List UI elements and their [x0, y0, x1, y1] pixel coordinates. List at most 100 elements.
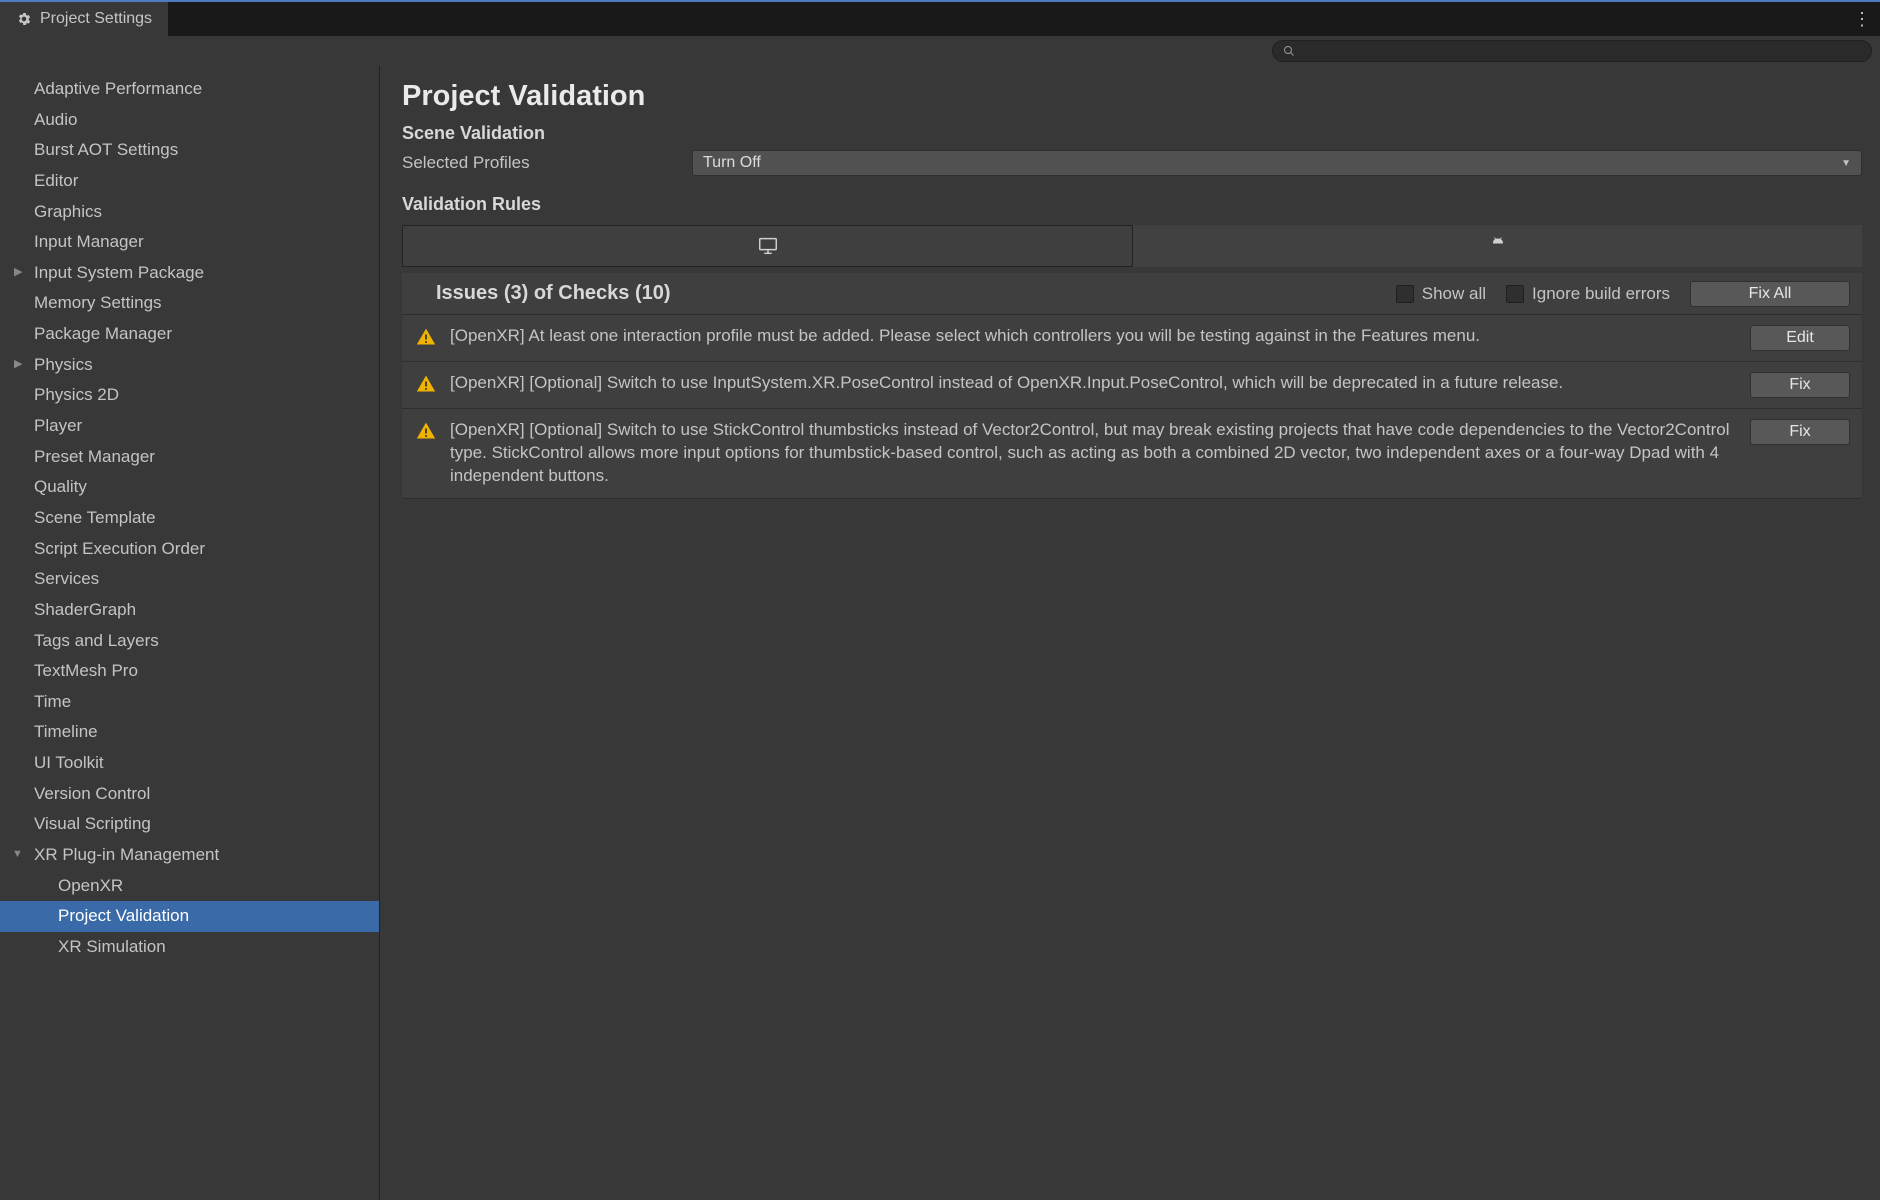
selected-profiles-label: Selected Profiles	[402, 153, 692, 173]
sidebar-item-label: Visual Scripting	[34, 814, 151, 833]
checkbox-icon	[1396, 285, 1414, 303]
sidebar-item-visual-scripting[interactable]: Visual Scripting	[0, 809, 379, 840]
sidebar-item-package-manager[interactable]: Package Manager	[0, 319, 379, 350]
sidebar-item-xr-plugin-management[interactable]: XR Plug-in Management	[0, 840, 379, 871]
sidebar-item-label: TextMesh Pro	[34, 661, 138, 680]
sidebar-item-label: Input System Package	[34, 263, 204, 282]
chevron-down-icon: ▼	[1841, 158, 1851, 169]
sidebar-item-editor[interactable]: Editor	[0, 166, 379, 197]
page-title: Project Validation	[402, 80, 1862, 113]
sidebar-item-player[interactable]: Player	[0, 411, 379, 442]
sidebar-item-ui-toolkit[interactable]: UI Toolkit	[0, 748, 379, 779]
sidebar-item-label: Input Manager	[34, 232, 144, 251]
sidebar-item-openxr[interactable]: OpenXR	[0, 871, 379, 902]
sidebar-item-audio[interactable]: Audio	[0, 105, 379, 136]
sidebar-item-label: XR Simulation	[58, 937, 166, 956]
sidebar-item-label: Graphics	[34, 202, 102, 221]
sidebar-item-label: XR Plug-in Management	[34, 845, 219, 864]
search-icon	[1283, 45, 1295, 57]
issue-row: [OpenXR] [Optional] Switch to use StickC…	[402, 409, 1862, 499]
sidebar-item-label: ShaderGraph	[34, 600, 136, 619]
warning-icon	[416, 419, 438, 488]
issue-text: [OpenXR] [Optional] Switch to use StickC…	[450, 419, 1738, 488]
sidebar-item-label: Audio	[34, 110, 77, 129]
sidebar-item-label: Player	[34, 416, 82, 435]
sidebar-item-input-manager[interactable]: Input Manager	[0, 227, 379, 258]
sidebar-item-xr-simulation[interactable]: XR Simulation	[0, 932, 379, 963]
dropdown-value: Turn Off	[703, 154, 761, 172]
sidebar-item-label: Physics	[34, 355, 93, 374]
issues-summary: Issues (3) of Checks (10)	[436, 282, 1376, 305]
scene-validation-heading: Scene Validation	[402, 123, 1862, 144]
sidebar-item-shadergraph[interactable]: ShaderGraph	[0, 595, 379, 626]
sidebar-item-tags-and-layers[interactable]: Tags and Layers	[0, 626, 379, 657]
selected-profiles-dropdown[interactable]: Turn Off ▼	[692, 150, 1862, 176]
fix-all-button[interactable]: Fix All	[1690, 281, 1850, 307]
checkbox-icon	[1506, 285, 1524, 303]
warning-icon	[416, 325, 438, 351]
sidebar-item-input-system-package[interactable]: Input System Package	[0, 258, 379, 289]
sidebar-item-script-execution-order[interactable]: Script Execution Order	[0, 534, 379, 565]
sidebar-item-label: Script Execution Order	[34, 539, 205, 558]
sidebar-item-label: Timeline	[34, 722, 98, 741]
sidebar-item-project-validation[interactable]: Project Validation	[0, 901, 379, 932]
button-label: Fix All	[1749, 285, 1792, 303]
titlebar: Project Settings ⋮	[0, 0, 1880, 36]
ignore-build-errors-checkbox[interactable]: Ignore build errors	[1506, 284, 1670, 304]
sidebar-item-services[interactable]: Services	[0, 564, 379, 595]
issue-action-button[interactable]: Fix	[1750, 419, 1850, 445]
issue-action-button[interactable]: Fix	[1750, 372, 1850, 398]
issue-row: [OpenXR] [Optional] Switch to use InputS…	[402, 362, 1862, 409]
issue-row: [OpenXR] At least one interaction profil…	[402, 315, 1862, 362]
issue-text: [OpenXR] At least one interaction profil…	[450, 325, 1738, 351]
sidebar-item-label: Package Manager	[34, 324, 172, 343]
issue-action-button[interactable]: Edit	[1750, 325, 1850, 351]
sidebar-item-adaptive-performance[interactable]: Adaptive Performance	[0, 74, 379, 105]
show-all-checkbox[interactable]: Show all	[1396, 284, 1486, 304]
settings-sidebar: Adaptive Performance Audio Burst AOT Set…	[0, 66, 380, 1200]
sidebar-item-memory-settings[interactable]: Memory Settings	[0, 288, 379, 319]
button-label: Fix	[1789, 423, 1810, 441]
gear-icon	[16, 11, 32, 27]
sidebar-item-version-control[interactable]: Version Control	[0, 779, 379, 810]
sidebar-item-timeline[interactable]: Timeline	[0, 717, 379, 748]
sidebar-item-graphics[interactable]: Graphics	[0, 197, 379, 228]
platform-tabs	[402, 225, 1862, 267]
searchbar	[0, 36, 1880, 66]
window-tab[interactable]: Project Settings	[0, 2, 169, 36]
sidebar-item-label: Version Control	[34, 784, 150, 803]
sidebar-item-physics-2d[interactable]: Physics 2D	[0, 380, 379, 411]
sidebar-item-label: Tags and Layers	[34, 631, 159, 650]
monitor-icon	[757, 235, 779, 257]
sidebar-item-scene-template[interactable]: Scene Template	[0, 503, 379, 534]
sidebar-item-quality[interactable]: Quality	[0, 472, 379, 503]
platform-tab-android[interactable]	[1133, 225, 1862, 267]
sidebar-item-label: Burst AOT Settings	[34, 140, 178, 159]
issue-text: [OpenXR] [Optional] Switch to use InputS…	[450, 372, 1738, 398]
sidebar-item-textmesh-pro[interactable]: TextMesh Pro	[0, 656, 379, 687]
sidebar-item-label: Time	[34, 692, 71, 711]
sidebar-item-label: OpenXR	[58, 876, 123, 895]
validation-rules-heading: Validation Rules	[402, 194, 1862, 215]
sidebar-item-label: Preset Manager	[34, 447, 155, 466]
platform-tab-standalone[interactable]	[402, 225, 1133, 267]
selected-profiles-row: Selected Profiles Turn Off ▼	[402, 150, 1862, 176]
warning-icon	[416, 372, 438, 398]
sidebar-item-time[interactable]: Time	[0, 687, 379, 718]
sidebar-item-preset-manager[interactable]: Preset Manager	[0, 442, 379, 473]
sidebar-item-label: Project Validation	[58, 906, 189, 925]
sidebar-item-label: Editor	[34, 171, 78, 190]
sidebar-item-physics[interactable]: Physics	[0, 350, 379, 381]
window-menu-button[interactable]: ⋮	[1844, 2, 1880, 36]
search-input[interactable]	[1272, 40, 1872, 62]
tab-header-spacer	[169, 2, 1844, 36]
sidebar-item-label: Adaptive Performance	[34, 79, 202, 98]
sidebar-item-label: Quality	[34, 477, 87, 496]
kebab-icon: ⋮	[1853, 9, 1871, 30]
sidebar-item-label: Services	[34, 569, 99, 588]
sidebar-item-label: Memory Settings	[34, 293, 162, 312]
sidebar-item-burst-aot-settings[interactable]: Burst AOT Settings	[0, 135, 379, 166]
sidebar-item-label: UI Toolkit	[34, 753, 104, 772]
button-label: Fix	[1789, 376, 1810, 394]
android-icon	[1488, 236, 1508, 256]
